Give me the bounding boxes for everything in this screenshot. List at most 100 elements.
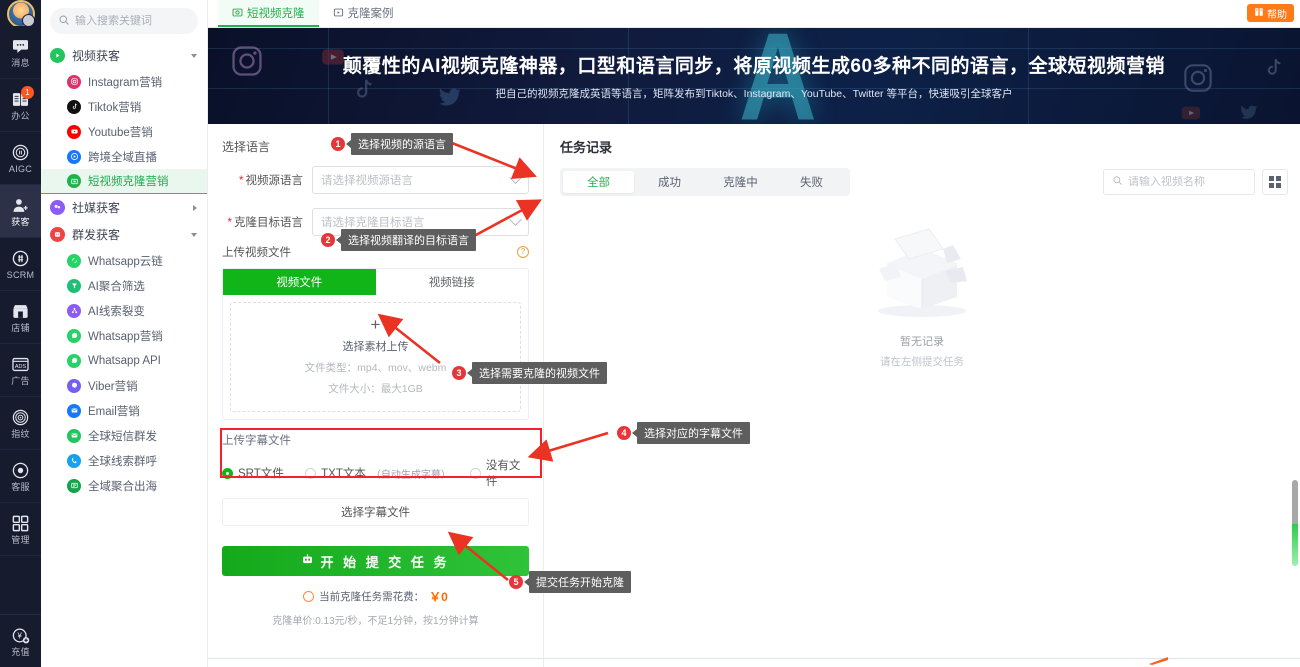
tab-short-video-clone[interactable]: 短视频克隆 [218,0,319,27]
app-root: 消息办公 1 AIGC 获客 SCRM 店铺 ADS 广告指纹客服管理 ¥ 充值 视频获客 In… [0,0,1300,667]
annotation-1: 1 选择视频的源语言 [331,133,453,155]
annotation-5: 5 提交任务开始克隆 [509,571,631,593]
sidebar-item-whatsapp[interactable]: Whatsapp营销 [41,323,207,348]
chevron-down-icon[interactable] [191,232,197,237]
sidebar-item-sms[interactable]: 全球短信群发 [41,423,207,448]
annotation-text: 选择视频翻译的目标语言 [341,229,476,251]
orange-cursor-mark [1149,657,1168,665]
manage-icon [11,514,30,533]
source-language-select[interactable]: 请选择视频源语言 [312,166,529,194]
radio-no-file[interactable]: 没有文件 [470,457,529,489]
segment-failed[interactable]: 失败 [776,171,847,193]
sidebar-item-call[interactable]: 全球线索群呼 [41,448,207,473]
social-media-icon [50,200,65,215]
source-language-label: * 视频源语言 [239,175,303,187]
twitter-glyph-icon [439,88,461,106]
sidebar-item-email[interactable]: Email营销 [41,398,207,423]
vertical-scrollbar[interactable] [1292,480,1298,566]
empty-state: 暂无记录 请在左侧提交任务 [544,219,1300,369]
rail-item-ads[interactable]: ADS 广告 [0,344,41,397]
sidebar-item-label: 全球线索群呼 [88,455,157,468]
rail-item-label: 办公 [11,110,30,121]
rail-item-customer-acquisition[interactable]: 获客 [0,185,41,238]
sidebar-item-tiktok[interactable]: Tiktok营销 [41,94,207,119]
global-aggregate-icon [67,478,81,493]
sidebar-item-viber[interactable]: Viber营销 [41,373,207,398]
sidebar-item-youtube[interactable]: Youtube营销 [41,119,207,144]
video-dropzone[interactable]: + 选择素材上传 文件类型：mp4、mov、webm 文件大小：最大1GB [230,302,521,412]
aigc-icon [11,143,30,162]
rail-item-manage[interactable]: 管理 [0,503,41,556]
rail-item-recharge[interactable]: ¥ 充值 [0,614,41,667]
search-input[interactable] [75,15,190,27]
sidebar-item-instagram[interactable]: Instagram营销 [41,69,207,94]
rail-item-label: 管理 [11,534,30,545]
sidebar-item-video-clone[interactable]: 短视频克隆营销 [41,169,207,194]
tab-clone-cases[interactable]: 克隆案例 [319,0,408,27]
avatar[interactable] [0,0,41,26]
scrollbar-thumb-upper[interactable] [1292,480,1298,524]
segment-success[interactable]: 成功 [634,171,705,193]
book-icon [1254,7,1264,20]
required-mark: * [239,175,244,187]
rail-item-scrm[interactable]: SCRM [0,238,41,291]
sidebar-item-label: Youtube营销 [88,126,153,139]
horizontal-scroll-track[interactable] [208,658,1300,659]
rail-item-fingerprint[interactable]: 指纹 [0,397,41,450]
annotation-number: 4 [617,426,631,440]
radio-srt-file[interactable]: SRT文件 [222,465,305,481]
nav-group-0[interactable]: 视频获客 [41,42,207,69]
segment-cloning[interactable]: 克隆中 [705,171,776,193]
source-language-row: * 视频源语言 请选择视频源语言 [222,166,529,194]
video-clone-icon [67,174,81,188]
cost-label: 当前克隆任务需花费： [319,591,425,603]
nav-group-2[interactable]: 群发获客 [41,221,207,248]
scrm-icon [11,249,30,268]
rail-item-office[interactable]: 办公 1 [0,79,41,132]
rail-item-label: 店铺 [11,322,30,333]
chevron-down-icon [509,170,522,184]
sidebar-item-label: Email营销 [88,405,140,418]
sidebar-item-live-stream[interactable]: 跨境全域直播 [41,144,207,169]
radio-label: TXT文本 [321,468,366,480]
submit-task-button[interactable]: 开 始 提 交 任 务 [222,546,529,576]
tiktok-icon [67,99,81,114]
scrollbar-thumb-lower[interactable] [1292,524,1298,566]
annotation-text: 提交任务开始克隆 [529,571,631,593]
rail-item-label: 消息 [11,57,30,68]
tab-label: 克隆案例 [347,7,394,20]
rail-item-message[interactable]: 消息 [0,26,41,79]
upload-tab-video-link[interactable]: 视频链接 [375,269,528,295]
records-search-input[interactable] [1128,176,1246,188]
rail-item-shop[interactable]: 店铺 [0,291,41,344]
info-circle-icon [303,591,315,602]
records-title: 任务记录 [560,140,613,155]
search-icon [1112,175,1123,189]
sidebar-item-global-aggregate[interactable]: 全域聚合出海 [41,473,207,498]
nav-group-1[interactable]: 社媒获客 [41,194,207,221]
rail-item-support[interactable]: 客服 [0,450,41,503]
live-stream-icon [67,149,81,164]
rail-item-aigc[interactable]: AIGC [0,132,41,185]
sidebar-item-ai-fission[interactable]: AI线索裂变 [41,298,207,323]
grid-view-icon[interactable] [1262,169,1288,195]
sidebar-item-whatsapp-cloud[interactable]: Whatsapp云链 [41,248,207,273]
viber-icon [67,378,81,393]
search-box[interactable] [50,8,198,34]
target-language-label: * 克隆目标语言 [227,217,303,229]
question-circle-icon[interactable]: ? [517,246,529,258]
upload-card: 视频文件 视频链接 + 选择素材上传 文件类型：mp4、mov、webm 文件大… [222,268,529,420]
radio-txt-file[interactable]: TXT文本 （自动生成字幕） [305,465,470,481]
help-button[interactable]: 帮助 [1247,4,1294,22]
sidebar-item-ai-filter[interactable]: AI聚合筛选 [41,273,207,298]
chevron-right-icon[interactable] [193,204,197,211]
dropzone-file-type: 文件类型：mp4、mov、webm [304,362,447,374]
segment-all[interactable]: 全部 [563,171,634,193]
sidebar-item-whatsapp-api[interactable]: Whatsapp API [41,348,207,373]
pick-subtitle-file-button[interactable]: 选择字幕文件 [222,498,529,526]
upload-tab-video-file[interactable]: 视频文件 [223,269,376,295]
sidebar-item-label: 短视频克隆营销 [88,176,169,188]
video-clone-tab-icon [232,7,243,18]
chevron-down-icon[interactable] [191,53,197,58]
records-search-box[interactable] [1103,169,1255,195]
